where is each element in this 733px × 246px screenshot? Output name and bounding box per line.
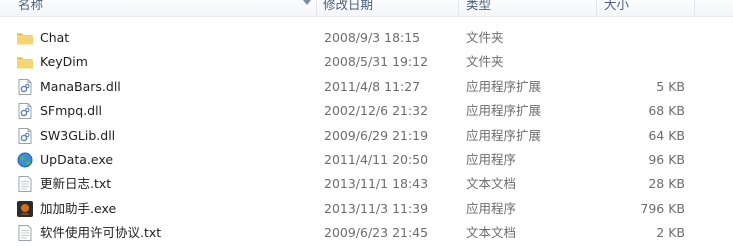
file-name: KeyDim — [40, 54, 88, 70]
file-modified-date: 2002/12/6 21:32 — [324, 103, 429, 119]
column-header-type[interactable]: 类型 — [466, 0, 491, 14]
file-name: Chat — [40, 30, 70, 45]
column-header-bar: 名称 修改日期 类型 大小 — [0, 0, 733, 17]
file-row[interactable]: 软件使用许可协议.txt 2009/6/23 21:45 文本文档 2 KB — [0, 221, 733, 245]
column-divider[interactable] — [316, 0, 317, 16]
folder-icon — [16, 30, 34, 46]
file-name: 加加助手.exe — [40, 200, 117, 216]
file-type: 应用程序扩展 — [466, 78, 542, 94]
column-header-name[interactable]: 名称 — [18, 0, 43, 14]
column-header-date[interactable]: 修改日期 — [323, 0, 373, 14]
file-type: 文件夹 — [466, 54, 504, 70]
column-divider[interactable] — [596, 0, 597, 16]
file-size: 5 KB — [656, 78, 685, 94]
column-divider[interactable] — [694, 0, 695, 16]
file-modified-date: 2008/9/3 18:15 — [324, 30, 421, 45]
file-modified-date: 2011/4/11 20:50 — [324, 152, 429, 167]
column-divider[interactable] — [458, 0, 459, 16]
dll-icon — [16, 78, 34, 95]
file-size: 96 KB — [648, 152, 685, 167]
sort-down-icon — [303, 0, 311, 5]
file-modified-date: 2013/11/3 11:39 — [324, 200, 429, 216]
app-exe-icon — [16, 200, 34, 217]
file-name: 更新日志.txt — [40, 176, 112, 192]
file-row[interactable]: SW3GLib.dll 2009/6/29 21:19 应用程序扩展 64 KB — [0, 124, 733, 148]
text-file-icon — [16, 176, 34, 193]
file-type: 应用程序 — [466, 152, 517, 167]
file-modified-date: 2011/4/8 11:27 — [324, 78, 421, 94]
file-modified-date: 2009/6/29 21:19 — [324, 127, 429, 143]
file-modified-date: 2008/5/31 19:12 — [324, 54, 429, 70]
file-size: 28 KB — [648, 176, 685, 192]
file-row[interactable]: ManaBars.dll 2011/4/8 11:27 应用程序扩展 5 KB — [0, 75, 733, 99]
file-size: 796 KB — [640, 200, 685, 216]
dll-icon — [16, 103, 34, 120]
file-row[interactable]: UpData.exe 2011/4/11 20:50 应用程序 96 KB — [0, 148, 733, 172]
file-size: 2 KB — [656, 225, 685, 241]
file-row[interactable]: Chat 2008/9/3 18:15 文件夹 — [0, 26, 733, 50]
file-name: 软件使用许可协议.txt — [40, 225, 162, 241]
file-row[interactable]: 加加助手.exe 2013/11/3 11:39 应用程序 796 KB — [0, 197, 733, 221]
file-name: ManaBars.dll — [40, 78, 121, 94]
file-type: 应用程序扩展 — [466, 127, 542, 143]
file-row[interactable]: KeyDim 2008/5/31 19:12 文件夹 — [0, 50, 733, 74]
column-header-size[interactable]: 大小 — [604, 0, 629, 14]
file-modified-date: 2013/11/1 18:43 — [324, 176, 429, 192]
file-row[interactable]: 更新日志.txt 2013/11/1 18:43 文本文档 28 KB — [0, 172, 733, 196]
file-type: 文本文档 — [466, 225, 517, 241]
file-row[interactable]: SFmpq.dll 2002/12/6 21:32 应用程序扩展 68 KB — [0, 99, 733, 123]
text-file-icon — [16, 225, 34, 242]
file-type: 应用程序 — [466, 200, 517, 216]
file-name: SW3GLib.dll — [40, 127, 116, 143]
file-modified-date: 2009/6/23 21:45 — [324, 225, 429, 241]
file-name: SFmpq.dll — [40, 103, 103, 119]
file-name: UpData.exe — [40, 152, 114, 167]
file-size: 68 KB — [648, 103, 685, 119]
file-type: 文本文档 — [466, 176, 517, 192]
folder-icon — [16, 54, 34, 70]
dll-icon — [16, 127, 34, 144]
file-type: 文件夹 — [466, 30, 504, 45]
file-type: 应用程序扩展 — [466, 103, 542, 119]
globe-exe-icon — [16, 152, 34, 168]
file-size: 64 KB — [648, 127, 685, 143]
